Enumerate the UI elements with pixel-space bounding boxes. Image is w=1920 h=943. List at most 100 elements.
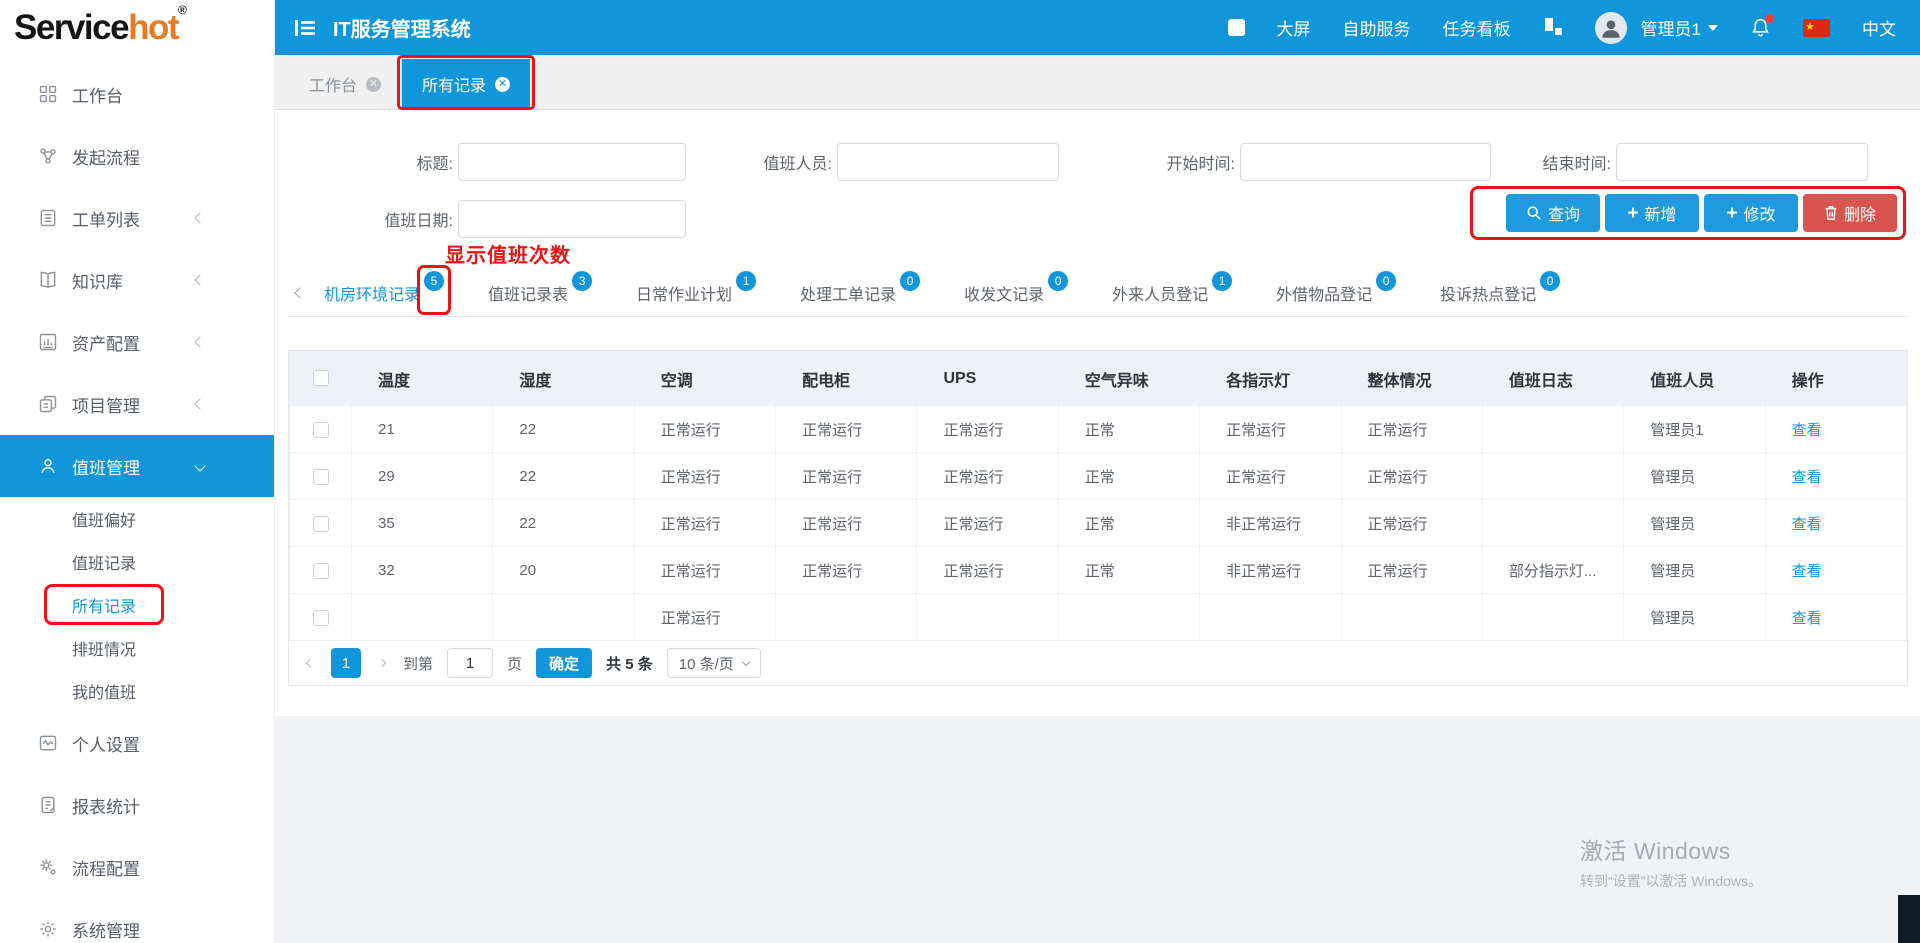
subtab-mail-record[interactable]: 收发文记录 0 <box>964 281 1068 305</box>
nav-dashboard[interactable]: 大屏 <box>1277 15 1311 40</box>
tab-label: 工作台 <box>309 72 357 96</box>
sidebar-item-report-stats[interactable]: 报表统计 <box>0 774 274 836</box>
col-duty-log: 值班日志 <box>1482 352 1623 406</box>
close-icon[interactable]: ✕ <box>495 77 510 92</box>
subtab-lending-register[interactable]: 外借物品登记 0 <box>1276 281 1396 305</box>
view-link[interactable]: 查看 <box>1792 469 1822 486</box>
cell: 21 <box>352 406 493 453</box>
tab-all-records[interactable]: 所有记录 ✕ <box>402 59 530 109</box>
page-input[interactable] <box>447 648 493 678</box>
language-label[interactable]: 中文 <box>1862 15 1896 40</box>
cell: 非正常运行 <box>1200 500 1341 547</box>
sidebar-toggle-icon[interactable] <box>293 18 317 38</box>
cell <box>1482 594 1623 641</box>
subtab-scroll-left-icon[interactable] <box>294 287 305 298</box>
page-size-select[interactable]: 10 条/页 <box>667 648 761 678</box>
next-page-icon[interactable] <box>375 656 389 670</box>
chevron-left-icon <box>194 274 205 285</box>
user-avatar[interactable] <box>1595 12 1627 44</box>
app-title: IT服务管理系统 <box>333 13 471 42</box>
close-icon[interactable]: ✕ <box>366 77 381 92</box>
cell: 管理员 <box>1624 547 1765 594</box>
sidebar-item-workbench[interactable]: 工作台 <box>0 63 274 125</box>
end-time-input[interactable] <box>1616 143 1868 181</box>
sidebar-subitem-schedule[interactable]: 排班情况 <box>0 626 274 669</box>
count-badge: 1 <box>736 271 756 291</box>
watermark-line2: 转到“设置”以激活 Windows。 <box>1580 871 1762 891</box>
cell <box>1482 453 1623 500</box>
screen-icon[interactable] <box>1228 19 1245 36</box>
view-link[interactable]: 查看 <box>1792 563 1822 580</box>
sidebar-item-personal-settings[interactable]: 个人设置 <box>0 712 274 774</box>
language-flag-icon[interactable]: ★ <box>1803 19 1830 37</box>
report-icon <box>38 795 58 815</box>
sidebar-item-system-mgmt[interactable]: 系统管理 <box>0 898 274 943</box>
tab-workbench[interactable]: 工作台 ✕ <box>289 59 402 109</box>
count-badge: 0 <box>1048 271 1068 291</box>
nav-self-service[interactable]: 自助服务 <box>1343 15 1411 40</box>
cell: 正常运行 <box>1341 547 1482 594</box>
add-button[interactable]: + 新增 <box>1605 194 1699 232</box>
sidebar-subitem-all-records[interactable]: 所有记录 <box>0 583 274 626</box>
edit-button[interactable]: + 修改 <box>1704 194 1798 232</box>
duty-date-input[interactable] <box>458 200 686 238</box>
col-humidity: 湿度 <box>493 352 634 406</box>
sidebar-item-ticket-list[interactable]: 工单列表 <box>0 187 274 249</box>
subtab-ticket-record[interactable]: 处理工单记录 0 <box>800 281 920 305</box>
user-menu[interactable]: 管理员1 <box>1641 15 1718 40</box>
title-input[interactable] <box>458 143 686 181</box>
scrollbar-thumb[interactable] <box>1898 895 1920 943</box>
row-checkbox[interactable] <box>313 422 329 438</box>
view-link[interactable]: 查看 <box>1792 610 1822 627</box>
chevron-left-icon <box>194 398 205 409</box>
cell <box>1058 594 1199 641</box>
view-link[interactable]: 查看 <box>1792 516 1822 533</box>
brand-logo[interactable]: Servicehot® <box>0 0 274 55</box>
flow-icon <box>38 146 58 166</box>
search-button[interactable]: 查询 <box>1506 194 1600 232</box>
cell: 正常运行 <box>1341 406 1482 453</box>
page-1-button[interactable]: 1 <box>331 648 361 678</box>
end-time-label: 结束时间: <box>1435 150 1611 174</box>
cell: 正常运行 <box>776 547 917 594</box>
row-checkbox[interactable] <box>313 610 329 626</box>
sidebar-subitem-label: 我的值班 <box>72 679 136 703</box>
sidebar-item-duty-mgmt[interactable]: 值班管理 <box>0 435 274 497</box>
cell <box>352 594 493 641</box>
notification-bell-icon[interactable] <box>1750 17 1771 38</box>
nav-task-board[interactable]: 任务看板 <box>1443 15 1511 40</box>
duty-person-input[interactable] <box>837 143 1059 181</box>
col-air-odor: 空气异味 <box>1058 352 1199 406</box>
sidebar-subitem-my-duty[interactable]: 我的值班 <box>0 669 274 712</box>
sidebar-item-project-mgmt[interactable]: 项目管理 <box>0 373 274 435</box>
chevron-left-icon <box>194 212 205 223</box>
sidebar-item-flow-config[interactable]: 流程配置 <box>0 836 274 898</box>
prev-page-icon[interactable] <box>303 656 317 670</box>
apps-grid-icon[interactable] <box>1543 18 1563 38</box>
sidebar-item-label: 值班管理 <box>72 454 140 479</box>
subtab-room-env[interactable]: 机房环境记录 5 <box>324 281 444 305</box>
sidebar-subitem-label: 值班偏好 <box>72 507 136 531</box>
sidebar-subitem-duty-preference[interactable]: 值班偏好 <box>0 497 274 540</box>
sidebar-item-knowledge-base[interactable]: 知识库 <box>0 249 274 311</box>
subtab-visitor-register[interactable]: 外来人员登记 1 <box>1112 281 1232 305</box>
row-checkbox[interactable] <box>313 563 329 579</box>
sidebar-subitem-duty-record[interactable]: 值班记录 <box>0 540 274 583</box>
sidebar-item-asset-config[interactable]: 资产配置 <box>0 311 274 373</box>
confirm-button[interactable]: 确定 <box>536 648 592 678</box>
sidebar-menu: 工作台 发起流程 工单列表 知识库 <box>0 55 274 943</box>
subtab-duty-record-table[interactable]: 值班记录表 3 <box>488 281 592 305</box>
delete-button[interactable]: 删除 <box>1803 194 1897 232</box>
cell: 正常运行 <box>634 547 775 594</box>
end-time-field-group: 结束时间: <box>1435 142 1868 182</box>
cell: 32 <box>352 547 493 594</box>
sidebar-item-start-flow[interactable]: 发起流程 <box>0 125 274 187</box>
row-checkbox[interactable] <box>313 469 329 485</box>
subtab-complaint-register[interactable]: 投诉热点登记 0 <box>1440 281 1560 305</box>
view-link[interactable]: 查看 <box>1792 422 1822 439</box>
row-checkbox[interactable] <box>313 516 329 532</box>
sidebar-item-label: 工作台 <box>72 82 123 107</box>
monitor-wave-icon <box>38 733 58 753</box>
select-all-checkbox[interactable] <box>313 370 329 386</box>
subtab-daily-plan[interactable]: 日常作业计划 1 <box>636 281 756 305</box>
